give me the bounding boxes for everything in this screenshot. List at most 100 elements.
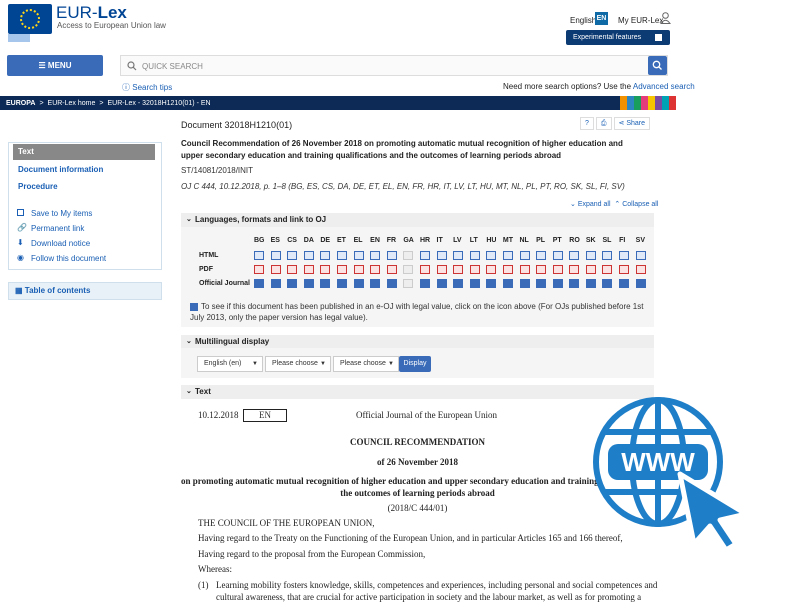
oj-nl-icon[interactable] xyxy=(519,279,530,288)
breadcrumb-europa[interactable]: EUROPA xyxy=(6,100,35,107)
pdf-fi-icon[interactable] xyxy=(619,265,630,274)
pdf-sl-icon[interactable] xyxy=(602,265,613,274)
oj-hu-icon[interactable] xyxy=(486,279,497,288)
oj-hr-icon[interactable] xyxy=(419,279,430,288)
oj-da-icon[interactable] xyxy=(303,279,314,288)
html-pt-icon[interactable] xyxy=(552,251,563,260)
oj-bg-icon[interactable] xyxy=(254,279,264,288)
pdf-da-icon[interactable] xyxy=(303,265,314,274)
search-tips-link[interactable]: ⓘ Search tips xyxy=(122,82,172,93)
pdf-lv-icon[interactable] xyxy=(453,265,464,274)
search-button[interactable] xyxy=(648,56,667,75)
experimental-features-toggle[interactable]: Experimental features xyxy=(566,30,670,45)
permanent-link[interactable]: Permanent link xyxy=(31,224,84,233)
pdf-cs-icon[interactable] xyxy=(287,265,298,274)
pdf-hu-icon[interactable] xyxy=(486,265,497,274)
table-of-contents-button[interactable]: ▦ Table of contents xyxy=(8,282,162,300)
download-notice-link[interactable]: Download notice xyxy=(31,239,90,248)
advanced-search-link[interactable]: Advanced search xyxy=(633,82,695,91)
html-pl-icon[interactable] xyxy=(536,251,547,260)
pdf-sk-icon[interactable] xyxy=(585,265,596,274)
html-de-icon[interactable] xyxy=(320,251,331,260)
oj-en-icon[interactable] xyxy=(370,279,381,288)
pdf-sv-icon[interactable] xyxy=(635,265,646,274)
html-es-icon[interactable] xyxy=(270,251,281,260)
oj-sv-icon[interactable] xyxy=(635,279,646,288)
oj-mt-icon[interactable] xyxy=(502,279,513,288)
html-mt-icon[interactable] xyxy=(502,251,513,260)
save-to-my-items-link[interactable]: Save to My items xyxy=(31,209,92,218)
pdf-ro-icon[interactable] xyxy=(569,265,580,274)
display-button[interactable]: Display xyxy=(399,356,431,372)
html-en-icon[interactable] xyxy=(370,251,381,260)
sidebar-item-document-information[interactable]: Document information xyxy=(18,165,103,174)
html-fr-icon[interactable] xyxy=(386,251,397,260)
quick-search-input[interactable]: QUICK SEARCH xyxy=(120,55,668,76)
html-nl-icon[interactable] xyxy=(519,251,530,260)
oj-it-icon[interactable] xyxy=(436,279,447,288)
language-select-3[interactable]: Please choose ▼ xyxy=(333,356,399,372)
share-button[interactable]: ⋖ Share xyxy=(613,117,651,130)
pdf-hr-icon[interactable] xyxy=(419,265,430,274)
print-button[interactable]: ⎙ xyxy=(595,117,612,130)
pdf-es-icon[interactable] xyxy=(270,265,281,274)
pdf-it-icon[interactable] xyxy=(436,265,447,274)
toggle-switch[interactable] xyxy=(655,34,662,41)
html-sl-icon[interactable] xyxy=(602,251,613,260)
multilingual-section-header[interactable]: ⌄ Multilingual display xyxy=(181,335,654,349)
oj-cs-icon[interactable] xyxy=(287,279,298,288)
oj-sk-icon[interactable] xyxy=(585,279,596,288)
eurlex-logo[interactable]: EUR-Lex xyxy=(56,3,127,23)
languages-section-header[interactable]: ⌄ Languages, formats and link to OJ xyxy=(181,213,654,227)
oj-ro-icon[interactable] xyxy=(569,279,580,288)
html-hu-icon[interactable] xyxy=(486,251,497,260)
sidebar-item-procedure[interactable]: Procedure xyxy=(18,182,58,191)
oj-pl-icon[interactable] xyxy=(536,279,547,288)
pdf-de-icon[interactable] xyxy=(320,265,331,274)
pdf-pt-icon[interactable] xyxy=(552,265,563,274)
language-select-1[interactable]: English (en) ▼ xyxy=(197,356,263,372)
breadcrumb-eurlex-home[interactable]: EUR-Lex home xyxy=(48,100,96,107)
language-code-badge[interactable]: EN xyxy=(595,12,608,25)
help-button[interactable]: ? xyxy=(580,117,594,130)
oj-fr-icon[interactable] xyxy=(386,279,397,288)
html-ro-icon[interactable] xyxy=(569,251,580,260)
expand-all-link[interactable]: ⌄ Expand all xyxy=(570,201,611,208)
pdf-mt-icon[interactable] xyxy=(502,265,513,274)
html-hr-icon[interactable] xyxy=(419,251,430,260)
pdf-fr-icon[interactable] xyxy=(386,265,397,274)
html-bg-icon[interactable] xyxy=(254,251,264,260)
pdf-el-icon[interactable] xyxy=(353,265,364,274)
oj-et-icon[interactable] xyxy=(336,279,347,288)
follow-document-link[interactable]: Follow this document xyxy=(31,254,106,263)
pdf-et-icon[interactable] xyxy=(336,265,347,274)
oj-es-icon[interactable] xyxy=(270,279,281,288)
html-cs-icon[interactable] xyxy=(287,251,298,260)
html-it-icon[interactable] xyxy=(436,251,447,260)
html-da-icon[interactable] xyxy=(303,251,314,260)
my-eurlex-link[interactable]: My EUR-Lex xyxy=(618,16,663,25)
oj-lv-icon[interactable] xyxy=(453,279,464,288)
pdf-lt-icon[interactable] xyxy=(469,265,480,274)
oj-el-icon[interactable] xyxy=(353,279,364,288)
html-sk-icon[interactable] xyxy=(585,251,596,260)
text-section-header[interactable]: ⌄ Text xyxy=(181,385,654,399)
language-select-2[interactable]: Please choose ▼ xyxy=(265,356,331,372)
menu-button[interactable]: ☰ MENU xyxy=(7,55,103,76)
oj-fi-icon[interactable] xyxy=(619,279,630,288)
pdf-nl-icon[interactable] xyxy=(519,265,530,274)
collapse-all-link[interactable]: ⌃ Collapse all xyxy=(614,201,658,208)
pdf-pl-icon[interactable] xyxy=(536,265,547,274)
eu-flag-logo[interactable] xyxy=(8,4,52,42)
html-fi-icon[interactable] xyxy=(619,251,630,260)
oj-lt-icon[interactable] xyxy=(469,279,480,288)
html-lv-icon[interactable] xyxy=(453,251,464,260)
pdf-bg-icon[interactable] xyxy=(254,265,264,274)
oj-sl-icon[interactable] xyxy=(602,279,613,288)
pdf-en-icon[interactable] xyxy=(370,265,381,274)
html-sv-icon[interactable] xyxy=(635,251,646,260)
oj-pt-icon[interactable] xyxy=(552,279,563,288)
oj-de-icon[interactable] xyxy=(320,279,331,288)
html-et-icon[interactable] xyxy=(336,251,347,260)
html-lt-icon[interactable] xyxy=(469,251,480,260)
